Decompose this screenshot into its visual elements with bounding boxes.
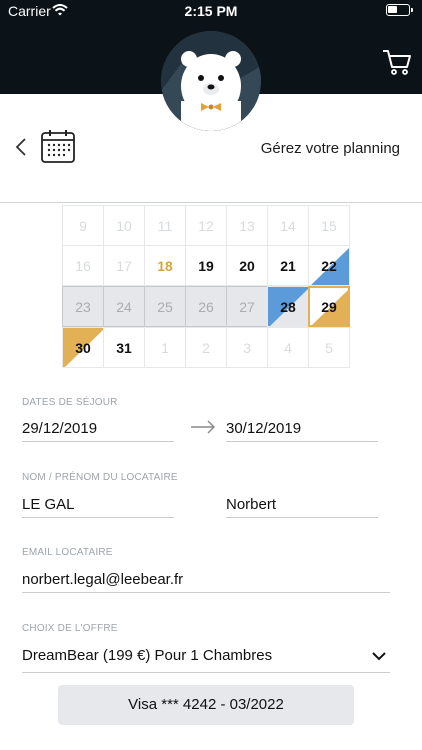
first-name-field[interactable]: Norbert [226, 490, 378, 518]
page-title: Gérez votre planning [260, 140, 400, 157]
calendar-day-cell[interactable]: 14 [267, 205, 309, 246]
calendar-day-cell[interactable]: 21 [267, 245, 309, 286]
calendar-day-cell[interactable]: 27 [226, 286, 268, 327]
offer-label: CHOIX DE L'OFFRE [22, 623, 118, 634]
calendar-icon [41, 130, 75, 163]
calendar-day-number: 16 [75, 257, 91, 274]
calendar-day-number: 29 [321, 298, 337, 315]
calendar-day-number: 13 [239, 217, 255, 234]
calendar-day-cell[interactable]: 24 [103, 286, 145, 327]
calendar-day-number: 30 [75, 339, 91, 356]
calendar-day-number: 10 [116, 217, 132, 234]
calendar-day-number: 4 [284, 339, 292, 356]
last-name-field[interactable]: LE GAL [22, 490, 174, 518]
calendar-week-row: 9 10 11 12 13 14 15 [62, 205, 356, 246]
clock-time: 2:15 PM [184, 3, 238, 19]
status-bar: Carrier 2:15 PM [0, 0, 422, 22]
payment-card-button[interactable]: Visa *** 4242 - 03/2022 [58, 685, 354, 725]
calendar-day-number: 9 [79, 217, 87, 234]
calendar-day-cell[interactable]: 16 [62, 245, 104, 286]
calendar-day-number: 11 [157, 217, 173, 234]
name-label: NOM / PRÉNOM DU LOCATAIRE [22, 472, 178, 483]
calendar-week-row: 30 31 1 2 3 4 5 [62, 327, 356, 369]
chevron-down-icon [372, 652, 386, 661]
calendar-day-cell[interactable]: 5 [308, 327, 350, 368]
bear-logo [161, 31, 261, 131]
calendar-day-cell[interactable]: 19 [185, 245, 227, 286]
calendar-day-cell[interactable]: 20 [226, 245, 268, 286]
calendar-day-cell[interactable]: 31 [103, 327, 145, 368]
calendar-day-number: 26 [198, 298, 214, 315]
battery-icon [386, 4, 413, 16]
header-divider [0, 202, 422, 203]
calendar-day-number: 31 [116, 339, 132, 356]
calendar-day-cell[interactable]: 13 [226, 205, 268, 246]
calendar-day-number: 21 [280, 257, 296, 274]
calendar-day-cell[interactable]: 9 [62, 205, 104, 246]
calendar-day-cell[interactable]: 1 [144, 327, 186, 368]
date-end-field[interactable]: 30/12/2019 [226, 414, 378, 442]
calendar-day-number: 17 [116, 257, 132, 274]
calendar-day-number: 3 [243, 339, 251, 356]
calendar-day-cell[interactable]: 18 [144, 245, 186, 286]
calendar-day-cell[interactable]: 10 [103, 205, 145, 246]
calendar-day-number: 19 [198, 257, 214, 274]
calendar-grid: 9 10 11 12 13 14 15 16 17 18 19 20 21 22 23 24 25 26 27 28 2… [62, 205, 356, 369]
calendar-day-number: 2 [202, 339, 210, 356]
bear-logo-avatar [161, 31, 261, 131]
calendar-day-cell[interactable]: 30 [62, 327, 104, 368]
calendar-day-number: 22 [321, 257, 337, 274]
calendar-day-cell[interactable]: 23 [62, 286, 104, 327]
calendar-day-cell[interactable]: 11 [144, 205, 186, 246]
arrow-right-icon [191, 420, 215, 434]
calendar-day-cell[interactable]: 25 [144, 286, 186, 327]
cart-icon[interactable] [382, 48, 412, 76]
calendar-day-number: 14 [280, 217, 296, 234]
calendar-day-number: 15 [321, 217, 337, 234]
calendar-day-number: 25 [157, 298, 173, 315]
offer-selected-value: DreamBear (199 €) Pour 1 Chambres [22, 647, 273, 664]
calendar-week-row: 16 17 18 19 20 21 22 [62, 245, 356, 287]
calendar-day-number: 20 [239, 257, 255, 274]
calendar-day-cell[interactable]: 29 [308, 286, 350, 327]
date-start-field[interactable]: 29/12/2019 [22, 414, 174, 442]
calendar-day-cell[interactable]: 22 [308, 245, 350, 286]
calendar-day-cell[interactable]: 4 [267, 327, 309, 368]
calendar-day-cell[interactable]: 12 [185, 205, 227, 246]
calendar-day-number: 28 [280, 298, 296, 315]
calendar-day-number: 1 [161, 339, 169, 356]
calendar-day-number: 18 [157, 257, 173, 274]
calendar-day-cell[interactable]: 26 [185, 286, 227, 327]
calendar-day-number: 24 [116, 298, 132, 315]
email-label: EMAIL LOCATAIRE [22, 547, 113, 558]
calendar-day-number: 27 [239, 298, 255, 315]
calendar-day-number: 23 [75, 298, 91, 315]
calendar-week-row: 23 24 25 26 27 28 29 [62, 286, 356, 328]
email-field[interactable]: norbert.legal@leebear.fr [22, 565, 390, 593]
offer-select[interactable]: DreamBear (199 €) Pour 1 Chambres [22, 641, 390, 673]
dates-label: DATES DE SÉJOUR [22, 397, 118, 408]
calendar-day-number: 12 [198, 217, 214, 234]
calendar-day-cell[interactable]: 15 [308, 205, 350, 246]
calendar-day-cell[interactable]: 28 [267, 286, 309, 327]
calendar-day-cell[interactable]: 17 [103, 245, 145, 286]
calendar-day-cell[interactable]: 2 [185, 327, 227, 368]
back-chevron-icon[interactable] [14, 138, 28, 156]
calendar-day-number: 5 [325, 339, 333, 356]
calendar-day-cell[interactable]: 3 [226, 327, 268, 368]
